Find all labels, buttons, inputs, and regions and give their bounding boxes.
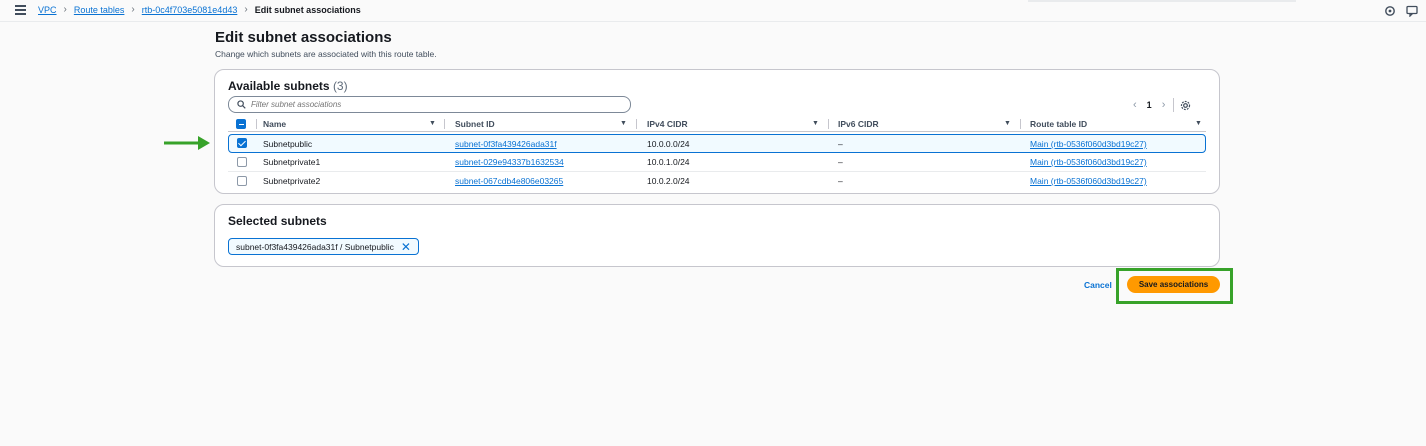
table-header: Name ▼ Subnet ID ▼ IPv4 CIDR ▼ IPv6 CIDR…: [228, 116, 1206, 132]
selected-subnets-heading: Selected subnets: [228, 214, 327, 228]
cell-route-table-link[interactable]: Main (rtb-0536f060d3bd19c27): [1030, 157, 1147, 167]
row-checkbox[interactable]: [237, 138, 247, 148]
cell-route-table-link[interactable]: Main (rtb-0536f060d3bd19c27): [1030, 139, 1147, 149]
save-associations-button[interactable]: Save associations: [1127, 276, 1220, 293]
breadcrumb-route-table-id[interactable]: rtb-0c4f703e5081e4d43: [142, 5, 238, 15]
column-divider: [444, 119, 445, 129]
notifications-icon[interactable]: [1384, 5, 1396, 17]
chevron-right-icon: ›: [244, 4, 248, 15]
scroll-shadow: [1028, 0, 1296, 2]
available-subnets-panel: Available subnets (3) ‹ 1 › Name ▼ Subne…: [214, 69, 1220, 194]
filter-input[interactable]: [251, 100, 611, 109]
top-navigation: VPC › Route tables › rtb-0c4f703e5081e4d…: [0, 0, 1426, 22]
column-header-route-table-id[interactable]: Route table ID: [1030, 119, 1087, 129]
chevron-right-icon: ›: [63, 4, 67, 15]
column-header-ipv6-cidr[interactable]: IPv6 CIDR: [838, 119, 879, 129]
column-divider: [256, 119, 257, 129]
column-header-ipv4-cidr[interactable]: IPv4 CIDR: [647, 119, 688, 129]
sort-icon[interactable]: ▼: [429, 120, 436, 127]
table-row[interactable]: Subnetpublic subnet-0f3fa439426ada31f 10…: [228, 134, 1206, 153]
row-checkbox[interactable]: [237, 157, 247, 167]
feedback-icon[interactable]: [1406, 5, 1418, 17]
selected-subnets-panel: Selected subnets subnet-0f3fa439426ada31…: [214, 204, 1220, 267]
settings-icon[interactable]: [1180, 100, 1191, 111]
column-header-name[interactable]: Name: [263, 119, 286, 129]
available-subnets-title: Available subnets: [228, 79, 330, 93]
sort-icon[interactable]: ▼: [812, 120, 819, 127]
filter-box[interactable]: [228, 96, 631, 113]
cell-name: Subnetpublic: [263, 139, 313, 149]
sort-icon[interactable]: ▼: [620, 120, 627, 127]
cell-ipv6-cidr: –: [838, 176, 843, 186]
breadcrumb-route-tables[interactable]: Route tables: [74, 5, 125, 15]
dismiss-icon[interactable]: ✕: [401, 241, 411, 253]
cell-ipv4-cidr: 10.0.1.0/24: [647, 157, 690, 167]
row-checkbox[interactable]: [237, 176, 247, 186]
page-description: Change which subnets are associated with…: [215, 49, 437, 59]
sort-icon[interactable]: ▼: [1004, 120, 1011, 127]
table-row[interactable]: Subnetprivate2 subnet-067cdb4e806e03265 …: [228, 172, 1206, 191]
pagination-divider: [1173, 98, 1175, 112]
column-divider: [828, 119, 829, 129]
cell-ipv6-cidr: –: [838, 139, 843, 149]
table-row[interactable]: Subnetprivate1 subnet-029e94337b1632534 …: [228, 153, 1206, 172]
available-subnets-count: (3): [332, 79, 348, 93]
breadcrumb-current: Edit subnet associations: [254, 4, 361, 15]
cell-name: Subnetprivate2: [263, 176, 321, 186]
sort-icon[interactable]: ▼: [1195, 120, 1202, 127]
token-label: subnet-0f3fa439426ada31f / Subnetpublic: [236, 241, 394, 252]
cancel-button[interactable]: Cancel: [1084, 280, 1112, 290]
previous-page-icon[interactable]: ‹: [1133, 99, 1137, 111]
column-header-subnet-id[interactable]: Subnet ID: [455, 119, 495, 129]
column-divider: [1020, 119, 1021, 129]
pagination: ‹ 1 ›: [1133, 98, 1191, 112]
page-number[interactable]: 1: [1147, 100, 1152, 110]
menu-icon[interactable]: [15, 5, 26, 15]
available-subnets-heading: Available subnets (3): [228, 79, 348, 93]
breadcrumb-vpc[interactable]: VPC: [38, 5, 57, 15]
page-title: Edit subnet associations: [215, 29, 392, 46]
cell-ipv4-cidr: 10.0.2.0/24: [647, 176, 690, 186]
next-page-icon[interactable]: ›: [1162, 99, 1166, 111]
select-all-checkbox[interactable]: [236, 119, 246, 129]
annotation-arrow-icon: [164, 136, 210, 150]
cell-subnet-id-link[interactable]: subnet-0f3fa439426ada31f: [455, 139, 557, 149]
cell-ipv4-cidr: 10.0.0.0/24: [647, 139, 690, 149]
chevron-right-icon: ›: [131, 4, 135, 15]
cell-subnet-id-link[interactable]: subnet-067cdb4e806e03265: [455, 176, 563, 186]
column-divider: [636, 119, 637, 129]
cell-route-table-link[interactable]: Main (rtb-0536f060d3bd19c27): [1030, 176, 1147, 186]
cell-ipv6-cidr: –: [838, 157, 843, 167]
selected-subnet-token: subnet-0f3fa439426ada31f / Subnetpublic …: [228, 238, 419, 255]
cell-name: Subnetprivate1: [263, 157, 321, 167]
cell-subnet-id-link[interactable]: subnet-029e94337b1632534: [455, 157, 564, 167]
search-icon: [237, 100, 246, 109]
breadcrumb: VPC › Route tables › rtb-0c4f703e5081e4d…: [38, 4, 361, 15]
